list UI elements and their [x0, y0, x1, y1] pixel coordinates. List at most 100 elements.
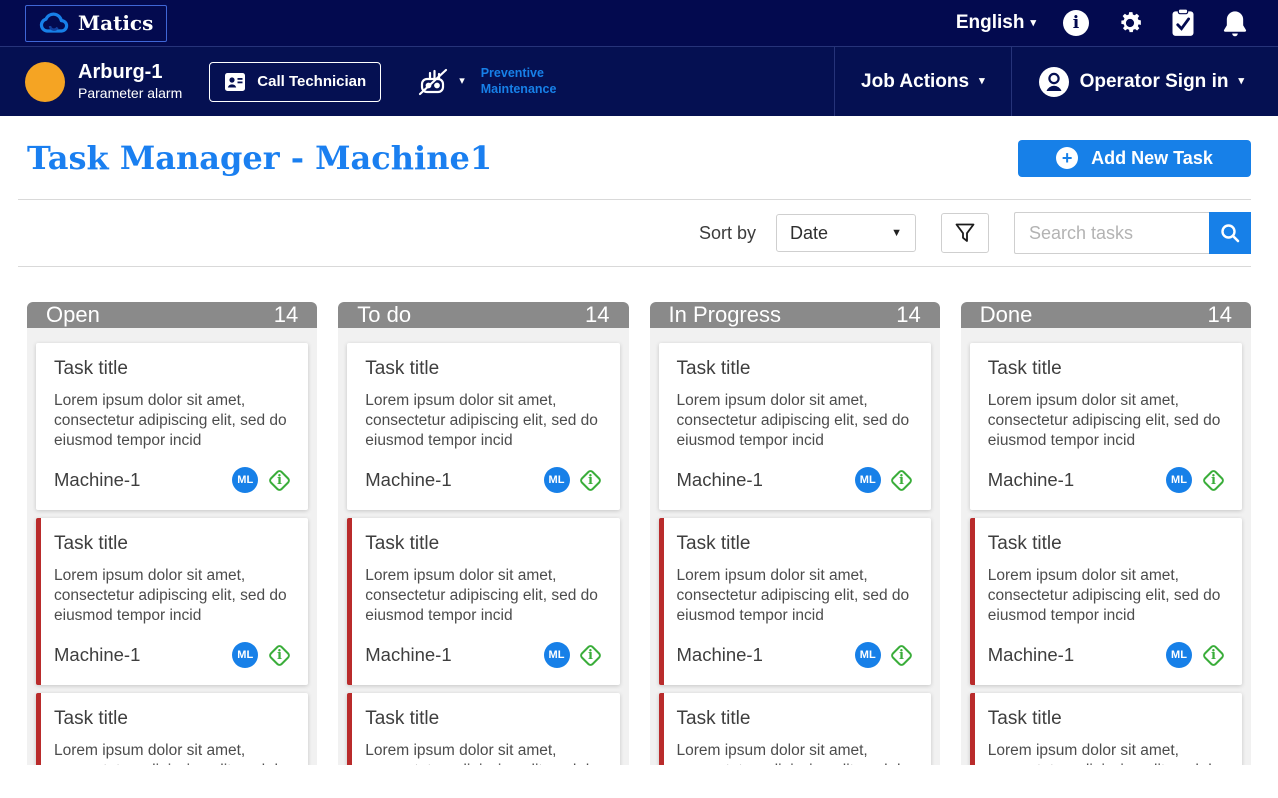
task-footer: Machine-1 ML i [54, 467, 292, 493]
language-label: English [955, 12, 1025, 33]
column-count: 14 [1207, 302, 1232, 327]
ml-badge: ML [854, 642, 881, 668]
task-card[interactable]: Task title Lorem ipsum dolor sit amet, c… [36, 693, 309, 765]
task-machine-label: Machine-1 [54, 469, 141, 490]
job-actions-menu[interactable]: Job Actions ▾ [834, 47, 1011, 116]
technician-badge-icon [224, 71, 246, 93]
filter-button[interactable] [941, 213, 989, 253]
cloud-logo-icon [39, 12, 69, 34]
chevron-down-icon: ▾ [459, 75, 465, 87]
info-diamond-icon[interactable]: i [578, 467, 604, 493]
task-badges: ML i [232, 642, 292, 668]
task-title: Task title [676, 533, 751, 554]
plus-icon: + [1056, 147, 1079, 169]
info-diamond-icon[interactable]: i [578, 642, 604, 668]
chevron-down-icon: ▼ [891, 226, 902, 239]
task-description: Lorem ipsum dolor sit amet, consectetur … [54, 392, 287, 449]
task-footer: Machine-1 ML i [988, 467, 1226, 493]
task-card[interactable]: Task title Lorem ipsum dolor sit amet, c… [969, 693, 1242, 765]
search-icon [1219, 222, 1241, 244]
info-diamond-icon[interactable]: i [889, 642, 915, 668]
language-selector[interactable]: English ▾ [956, 12, 1036, 34]
kanban-column: Done 14 Task title Lorem ipsum dolor sit… [960, 302, 1251, 765]
topbar-actions: English ▾ i [956, 9, 1248, 37]
task-badges: ML i [232, 467, 292, 493]
sort-selected-value: Date [790, 222, 829, 243]
column-title: To do [357, 302, 412, 327]
info-diamond-icon[interactable]: i [889, 467, 915, 493]
machine-info-group: Arburg-1 Parameter alarm Call Technician [0, 47, 834, 116]
task-card[interactable]: Task title Lorem ipsum dolor sit amet, c… [347, 343, 620, 510]
search-input[interactable] [1014, 212, 1209, 254]
ml-badge: ML [1166, 467, 1192, 493]
task-card[interactable]: Task title Lorem ipsum dolor sit amet, c… [969, 518, 1242, 685]
info-diamond-icon[interactable]: i [266, 467, 292, 493]
task-card[interactable]: Task title Lorem ipsum dolor sit amet, c… [36, 518, 309, 685]
ml-badge: ML [543, 467, 570, 493]
column-body: Task title Lorem ipsum dolor sit amet, c… [338, 328, 629, 765]
search-button[interactable] [1209, 212, 1251, 254]
task-description: Lorem ipsum dolor sit amet, consectetur … [54, 567, 287, 624]
task-machine-label: Machine-1 [365, 644, 452, 665]
info-diamond-icon[interactable]: i [1200, 642, 1226, 668]
title-row: Task Manager - Machine1 + Add New Task [27, 116, 1251, 177]
task-description: Lorem ipsum dolor sit amet, consectetur … [676, 392, 910, 449]
divider [18, 266, 1251, 267]
task-machine-label: Machine-1 [676, 469, 763, 490]
task-footer: Machine-1 ML i [677, 642, 915, 668]
info-icon[interactable]: i [1063, 10, 1089, 36]
operator-sign-in[interactable]: Operator Sign in ▾ [1010, 47, 1278, 116]
task-machine-label: Machine-1 [54, 644, 141, 665]
add-new-task-button[interactable]: + Add New Task [1018, 139, 1251, 177]
task-title: Task title [987, 708, 1062, 729]
info-diamond-icon[interactable]: i [266, 642, 292, 668]
task-description: Lorem ipsum dolor sit amet, consectetur … [365, 392, 598, 449]
task-description: Lorem ipsum dolor sit amet, consectetur … [676, 567, 910, 624]
sort-by-label: Sort by [698, 222, 756, 243]
task-description: Lorem ipsum dolor sit amet, consectetur … [54, 742, 287, 765]
task-card[interactable]: Task title Lorem ipsum dolor sit amet, c… [658, 343, 931, 510]
task-footer: Machine-1 ML i [365, 642, 603, 668]
brand-name: Matics [78, 11, 154, 35]
task-title: Task title [54, 358, 128, 379]
task-title: Task title [54, 533, 128, 554]
task-description: Lorem ipsum dolor sit amet, consectetur … [987, 742, 1221, 765]
ml-badge: ML [1166, 642, 1192, 668]
column-header: To do 14 [338, 302, 629, 328]
task-footer: Machine-1 ML i [677, 467, 915, 493]
info-diamond-icon[interactable]: i [1200, 467, 1226, 493]
task-card[interactable]: Task title Lorem ipsum dolor sit amet, c… [658, 518, 931, 685]
ml-badge: ML [232, 642, 259, 668]
add-new-task-label: Add New Task [1091, 147, 1213, 168]
preventive-maintenance-control[interactable]: ▾ Preventive Maintenance [413, 62, 556, 102]
task-card[interactable]: Task title Lorem ipsum dolor sit amet, c… [347, 693, 620, 765]
bell-icon[interactable] [1222, 9, 1248, 37]
task-description: Lorem ipsum dolor sit amet, consectetur … [987, 392, 1221, 449]
task-card[interactable]: Task title Lorem ipsum dolor sit amet, c… [36, 343, 309, 510]
task-card[interactable]: Task title Lorem ipsum dolor sit amet, c… [347, 518, 620, 685]
preventive-maintenance-label: Preventive Maintenance [480, 65, 557, 96]
column-title: In Progress [668, 302, 782, 327]
machine-meta: Arburg-1 Parameter alarm [78, 60, 182, 102]
task-badges: ML i [854, 642, 915, 668]
task-card[interactable]: Task title Lorem ipsum dolor sit amet, c… [658, 693, 931, 765]
column-count: 14 [273, 302, 299, 327]
chevron-down-icon: ▾ [979, 75, 985, 87]
task-description: Lorem ipsum dolor sit amet, consectetur … [365, 742, 598, 765]
kanban-column: To do 14 Task title Lorem ipsum dolor si… [338, 302, 629, 765]
task-machine-label: Machine-1 [987, 469, 1075, 490]
call-technician-button[interactable]: Call Technician [209, 61, 382, 102]
matics-logo[interactable]: Matics [25, 4, 168, 42]
column-count: 14 [585, 302, 610, 327]
task-badges: ML i [1166, 642, 1226, 668]
operator-avatar-icon [1038, 66, 1070, 98]
gear-icon[interactable] [1116, 9, 1144, 37]
task-footer: Machine-1 ML i [988, 642, 1226, 668]
ml-badge: ML [854, 467, 881, 493]
ml-badge: ML [232, 467, 259, 493]
sort-select[interactable]: Date ▼ [776, 214, 916, 252]
task-description: Lorem ipsum dolor sit amet, consectetur … [365, 567, 598, 624]
task-card[interactable]: Task title Lorem ipsum dolor sit amet, c… [969, 343, 1242, 510]
tasks-clipboard-icon[interactable] [1171, 9, 1195, 37]
kanban-column: In Progress 14 Task title Lorem ipsum do… [649, 302, 940, 765]
